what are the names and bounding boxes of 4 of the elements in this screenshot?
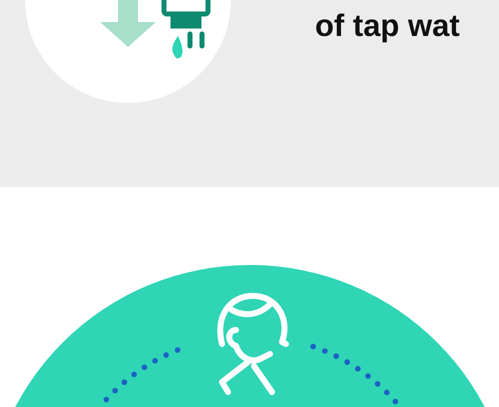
faucet-icon bbox=[162, 0, 210, 58]
heading: of tap wat bbox=[315, 8, 460, 44]
arrow-down-icon bbox=[100, 0, 156, 47]
person-icon bbox=[217, 292, 289, 395]
